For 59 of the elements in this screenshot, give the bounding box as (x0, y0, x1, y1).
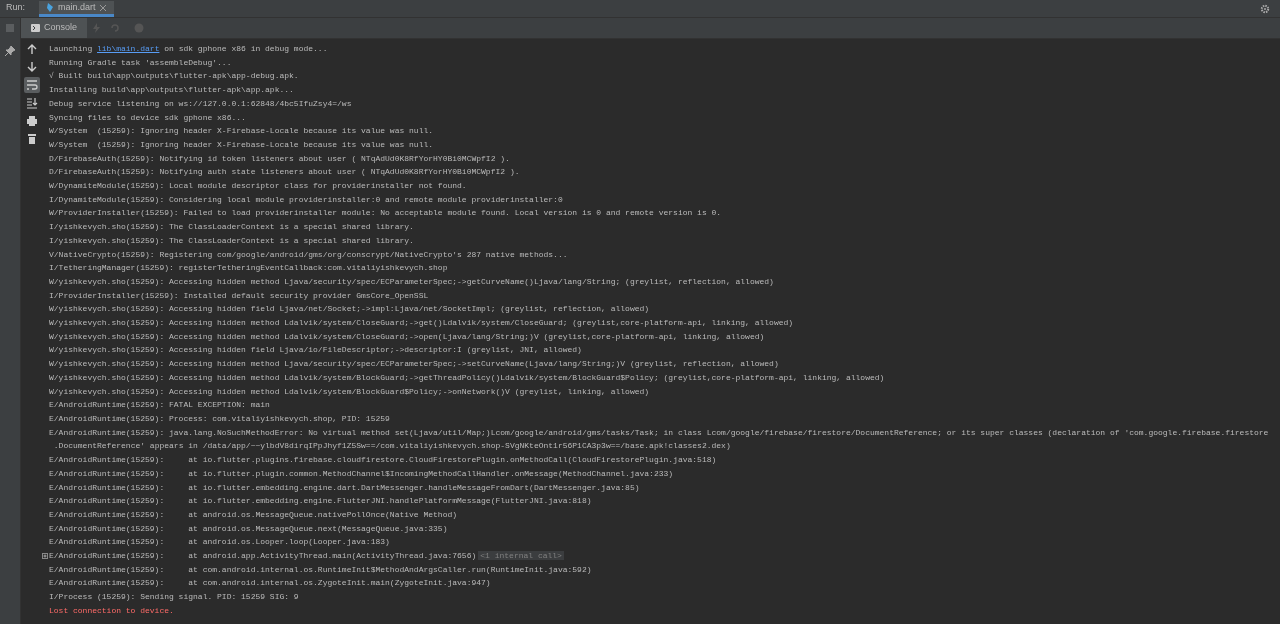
log-line: E/AndroidRuntime(15259): FATAL EXCEPTION: main (49, 400, 270, 410)
settings-icon[interactable] (1260, 4, 1270, 14)
log-line: √ Built build\app\outputs\flutter-apk\app-debug.apk. (49, 71, 299, 81)
log-line: W/yishkevych.sho(15259): Accessing hidden method Ldalvik/system/BlockGuard$Policy;->onNetwork()V (greylist, linking, allowed) (49, 386, 650, 396)
log-line: I/DynamiteModule(15259): Considering local module providerinstaller:0 and remote module providerinstaller:0 (49, 194, 563, 204)
log-line: W/System (15259): Ignoring header X-Firebase-Locale because its value was null. (49, 139, 434, 149)
log-line: Installing build\app\outputs\flutter-apk\app.apk... (49, 85, 294, 95)
log-line: W/yishkevych.sho(15259): Accessing hidden method Ldalvik/system/CloseGuard;->get()Ldalvik/system/CloseGuard; (greylist,core-platform-api, linking, allowed) (49, 318, 794, 328)
log-line: E/AndroidRuntime(15259): at io.flutter.embedding.engine.dart.DartMessenger.handleMessageFromDart(DartMessenger.java:85) (49, 482, 640, 492)
console-icon (31, 24, 40, 32)
log-line: W/yishkevych.sho(15259): Accessing hidden field Ljava/net/Socket;->impl:Ljava/net/SocketImpl; (greylist, reflection, allowed) (49, 304, 650, 314)
log-line: E/AndroidRuntime(15259): at android.os.Looper.loop(Looper.java:183) (49, 537, 390, 547)
log-line: I/Process (15259): Sending signal. PID: 15259 SIG: 9 (49, 592, 299, 602)
log-line: I/yishkevych.sho(15259): The ClassLoaderContext is a special shared library. (49, 222, 414, 232)
file-link[interactable]: lib\main.dart (97, 44, 160, 53)
log-line: D/FirebaseAuth(15259): Notifying auth state listeners about user ( NTqAdUd0K8RfYorHY0Bi0MCWpfI2 ). (49, 167, 520, 177)
soft-wrap-icon (25, 79, 38, 91)
run-label: Run: (5, 0, 26, 14)
log-line: E/AndroidRuntime(15259): at com.android.internal.os.ZygoteInit.main(ZygoteInit.java:947) (49, 578, 491, 588)
pin-icon[interactable] (5, 46, 15, 56)
log-line: W/yishkevych.sho(15259): Accessing hidden method Ldalvik/system/CloseGuard;->open(Ljava/lang/String;)V (greylist,core-platform-api, linking, allowed) (49, 331, 765, 341)
log-line: E/AndroidRuntime(15259): Process: com.vitaliyishkevych.shop, PID: 15259 (49, 414, 390, 423)
log-line: W/DynamiteModule(15259): Local module descriptor class for providerinstaller not found. (49, 181, 467, 191)
soft-wrap-button[interactable] (23, 77, 40, 93)
log-line: Debug service listening on ws://127.0.0.1:62848/4bc5IfuZsy4=/ws (49, 98, 352, 108)
log-line: E/AndroidRuntime(15259): at io.flutter.plugins.firebase.cloudfirestore.CloudFirestorePlugin.onMethodCall(CloudFirestorePlugin.java:518) (49, 455, 717, 465)
log-line: D/FirebaseAuth(15259): Notifying id token listeners about user ( NTqAdUd0K8RfYorHY0Bi0MCWpfI2 ). (49, 153, 510, 163)
close-icon[interactable] (99, 4, 106, 11)
trash-icon (25, 133, 38, 145)
fold-marker[interactable] (42, 553, 48, 559)
log-line: W/yishkevych.sho(15259): Accessing hidden method Ldalvik/system/BlockGuard;->getThreadPolicy()Ldalvik/system/BlockGuard$Policy; (greylist,core-platform-api, linking, allowed) (49, 372, 885, 382)
log-line: Syncing files to device sdk gphone x86... (49, 112, 246, 122)
log-line: W/yishkevych.sho(15259): Accessing hidden method Ljava/security/spec/ECParameterSpec;->getCurveName()Ljava/lang/String; (greylist, reflection, allowed) (49, 276, 774, 286)
printer-icon (25, 115, 38, 127)
log-line: I/yishkevych.sho(15259): The ClassLoaderContext is a special shared library. (49, 235, 414, 245)
log-line: V/NativeCrypto(15259): Registering com/google/android/gms/org/conscrypt/NativeCrypto's 287 native methods... (49, 249, 568, 259)
log-line: E/AndroidRuntime(15259): at android.os.MessageQueue.next(MessageQueue.java:335) (49, 523, 448, 533)
error-message: Lost connection to device. (49, 605, 174, 615)
down-arrow-icon (25, 61, 38, 73)
console-tab[interactable]: Console (21, 18, 88, 38)
log-line: Launching lib\main.dart on sdk gphone x86 in debug mode... (49, 44, 328, 53)
log-line: .DocumentReference' appears in /data/app/~~ylbdV8dirqIPpJhyf1Z5Sw==/com.vitaliyishkevych.shop-SVgNKteOnt1r56P1CA3p3w==/base.apk!classes2.dex) (52, 441, 731, 451)
scroll-to-end-icon (25, 97, 38, 109)
log-line: E/AndroidRuntime(15259): at com.android.internal.os.RuntimeInit$MethodAndArgsCaller.run(RuntimeInit.java:592) (49, 564, 592, 574)
up-arrow-icon (25, 43, 38, 55)
log-line: E/AndroidRuntime(15259): at io.flutter.embedding.engine.FlutterJNI.handlePlatformMessage(FlutterJNI.java:818) (49, 496, 592, 506)
log-line: W/System (15259): Ignoring header X-Firebase-Locale because its value was null. (49, 126, 434, 136)
log-line: E/AndroidRuntime(15259): at io.flutter.plugin.common.MethodChannel$IncomingMethodCallHandler.onMessage(MethodChannel.java:233) (49, 468, 674, 478)
log-line: W/ProviderInstaller(15259): Failed to load providerinstaller module: No acceptable module found. Local version is 0 and remote version is 0. (49, 208, 722, 218)
file-tab[interactable]: main.dart (39, 1, 114, 17)
log-line: Running Gradle task 'assembleDebug'... (49, 57, 232, 67)
log-line: E/AndroidRuntime(15259): at android.app.ActivityThread.main(ActivityThread.java:7656) (49, 551, 477, 560)
log-line: I/ProviderInstaller(15259): Installed default security provider GmsCore_OpenSSL (49, 290, 429, 300)
log-line: I/TetheringManager(15259): registerTetheringEventCallback:com.vitaliyishkevych.shop (49, 263, 448, 273)
dart-file-icon (47, 3, 54, 12)
log-line: W/yishkevych.sho(15259): Accessing hidden method Ljava/security/spec/ECParameterSpec;->setCurveName(Ljava/lang/String;)V (greylist, reflection, allowed) (49, 359, 779, 369)
log-line: E/AndroidRuntime(15259): java.lang.NoSuchMethodError: No virtual method set(Ljava/util/Map;)Lcom/google/android/gms/tasks/Task; in class Lcom/google/firebase/firestore/DocumentReference; or its super classes (declaration of 'com.google.firebase.firestore (49, 427, 1269, 437)
log-line: W/yishkevych.sho(15259): Accessing hidden field Ljava/io/FileDescriptor;->descriptor:I (greylist, JNI, allowed) (49, 345, 582, 355)
log-line: E/AndroidRuntime(15259): at android.os.MessageQueue.nativePollOnce(Native Method) (49, 509, 458, 519)
